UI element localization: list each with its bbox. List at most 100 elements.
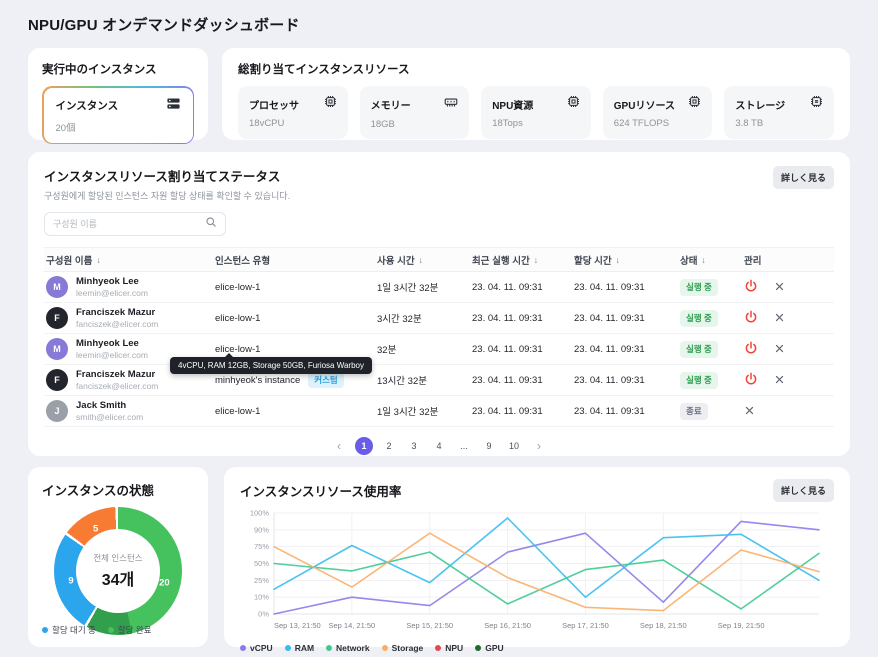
instance-type: elice-low-1 bbox=[215, 406, 260, 417]
storage-chip-icon bbox=[810, 95, 823, 113]
dashboard-page: NPU/GPU オンデマンドダッシュボード 実行中のインスタンス インスタンス … bbox=[0, 0, 878, 657]
instance-status-title: インスタンスの状態 bbox=[42, 480, 194, 499]
sort-arrow-icon[interactable]: ↓ bbox=[616, 255, 620, 265]
instance-type: minhyeok's instance bbox=[215, 375, 300, 386]
delete-button[interactable] bbox=[774, 280, 785, 295]
resource-label: GPUリソース bbox=[614, 97, 675, 112]
delete-button[interactable] bbox=[744, 404, 755, 419]
svg-text:Sep 18, 21:50: Sep 18, 21:50 bbox=[640, 621, 687, 630]
chart-legend-item-ram[interactable]: RAM bbox=[285, 643, 314, 653]
ram-icon bbox=[444, 95, 458, 114]
instance-box-label: インスタンス bbox=[56, 98, 119, 113]
column-header-4[interactable]: 할당 시간↓ bbox=[572, 253, 678, 267]
delete-button[interactable] bbox=[774, 311, 785, 326]
sort-arrow-icon[interactable]: ↓ bbox=[534, 255, 538, 265]
sort-arrow-icon[interactable]: ↓ bbox=[96, 255, 100, 265]
allocation-table-title: インスタンスリソース割り当てステータス bbox=[44, 166, 290, 185]
chart-legend: vCPU RAM Network Storage NPU GPU bbox=[240, 643, 834, 653]
resource-usage-title: インスタンスリソース使用率 bbox=[240, 481, 401, 500]
avatar: M bbox=[46, 276, 68, 298]
status-badge: 실행 중 bbox=[680, 310, 718, 327]
chart-legend-item-storage[interactable]: Storage bbox=[382, 643, 424, 653]
status-badge: 실행 중 bbox=[680, 279, 718, 296]
legend-dot-icon bbox=[108, 627, 114, 633]
pagination-page-9[interactable]: 9 bbox=[480, 437, 498, 455]
delete-button[interactable] bbox=[774, 373, 785, 388]
avatar: M bbox=[46, 338, 68, 360]
column-header-0[interactable]: 구성원 이름↓ bbox=[44, 253, 213, 267]
pagination-page-4[interactable]: 4 bbox=[430, 437, 448, 455]
allocated-time: 23. 04. 11. 09:31 bbox=[572, 406, 678, 417]
instance-count-box[interactable]: インスタンス 20個 bbox=[42, 86, 194, 144]
svg-text:25%: 25% bbox=[254, 576, 269, 585]
resource-usage-card: インスタンスリソース使用率 詳しく見る 0%10%25%50%75%90%100… bbox=[224, 467, 850, 647]
resource-items: プロセッサ18vCPUメモリー18GBNPU資源18TopsGPUリソース624… bbox=[238, 86, 834, 139]
instance-type: elice-low-1 bbox=[215, 344, 260, 355]
chart-legend-item-npu[interactable]: NPU bbox=[435, 643, 463, 653]
column-header-5[interactable]: 상태↓ bbox=[678, 253, 742, 267]
pagination-page-1[interactable]: 1 bbox=[355, 437, 373, 455]
member-search[interactable] bbox=[44, 212, 226, 236]
svg-text:Sep 15, 21:50: Sep 15, 21:50 bbox=[406, 621, 453, 630]
usage-time: 3시간 32분 bbox=[375, 311, 470, 325]
pagination-page-10[interactable]: 10 bbox=[505, 437, 523, 455]
allocated-time: 23. 04. 11. 09:31 bbox=[572, 313, 678, 324]
delete-button[interactable] bbox=[774, 342, 785, 357]
resource-item-cpu[interactable]: プロセッサ18vCPU bbox=[238, 86, 348, 139]
table-body: MMinhyeok Leeleemin@elicer.comelice-low-… bbox=[44, 272, 834, 427]
donut-center-value: 34개 bbox=[102, 566, 135, 590]
donut-segment-value: 20 bbox=[159, 578, 170, 589]
chart-legend-item-network[interactable]: Network bbox=[326, 643, 370, 653]
sort-arrow-icon[interactable]: ↓ bbox=[419, 255, 423, 265]
member-email: smith@elicer.com bbox=[76, 412, 143, 423]
member-email: fanciszek@elicer.com bbox=[76, 319, 158, 330]
power-icon bbox=[744, 310, 758, 327]
table-header-row: 구성원 이름↓인스턴스 유형사용 시간↓최근 실행 시간↓할당 시간↓상태↓관리 bbox=[44, 247, 834, 272]
pagination-next[interactable]: › bbox=[530, 437, 548, 455]
member-email: fanciszek@elicer.com bbox=[76, 381, 158, 392]
allocated-time: 23. 04. 11. 09:31 bbox=[572, 344, 678, 355]
resource-usage-chart[interactable]: 0%10%25%50%75%90%100%Sep 13, 21:50Sep 14… bbox=[240, 506, 834, 641]
close-icon bbox=[744, 404, 755, 419]
power-icon bbox=[744, 372, 758, 389]
line-chart-svg: 0%10%25%50%75%90%100%Sep 13, 21:50Sep 14… bbox=[240, 506, 828, 636]
donut-legend-item[interactable]: 할당 완료 bbox=[108, 624, 152, 636]
resource-value: 18Tops bbox=[492, 118, 580, 129]
power-off-button[interactable] bbox=[744, 372, 758, 389]
donut-legend-item[interactable]: 할당 대기 중 bbox=[42, 624, 96, 636]
table-row: JJack Smithsmith@elicer.comelice-low-11일… bbox=[44, 396, 834, 427]
donut-center-label: 전체 인스턴스 bbox=[93, 552, 142, 564]
svg-text:0%: 0% bbox=[258, 610, 269, 619]
pagination-prev[interactable]: ‹ bbox=[330, 437, 348, 455]
power-off-button[interactable] bbox=[744, 310, 758, 327]
chart-legend-item-gpu[interactable]: GPU bbox=[475, 643, 503, 653]
svg-text:10%: 10% bbox=[254, 593, 269, 602]
instance-spec-tooltip: 4vCPU, RAM 12GB, Storage 50GB, Furiosa W… bbox=[170, 357, 372, 374]
column-header-3[interactable]: 최근 실행 시간↓ bbox=[470, 253, 572, 267]
table-row: F Franciszek Mazurfanciszek@elicer.com min… bbox=[44, 365, 834, 396]
power-off-button[interactable] bbox=[744, 279, 758, 296]
pagination-page-3[interactable]: 3 bbox=[405, 437, 423, 455]
resource-item-gpu-chip[interactable]: GPUリソース624 TFLOPS bbox=[603, 86, 713, 139]
member-name: Franciszek Mazur bbox=[76, 369, 158, 381]
resource-item-npu-chip[interactable]: NPU資源18Tops bbox=[481, 86, 591, 139]
donut-segment-value: 9 bbox=[68, 575, 73, 586]
search-icon bbox=[205, 215, 217, 233]
allocated-time: 23. 04. 11. 09:31 bbox=[572, 375, 678, 386]
instance-type: elice-low-1 bbox=[215, 282, 260, 293]
svg-text:50%: 50% bbox=[254, 559, 269, 568]
close-icon bbox=[774, 311, 785, 326]
chart-legend-item-vcpu[interactable]: vCPU bbox=[240, 643, 273, 653]
donut-legend: 할당 대기 중 할당 완료 bbox=[42, 624, 151, 636]
table-details-button[interactable]: 詳しく見る bbox=[773, 166, 834, 189]
sort-arrow-icon[interactable]: ↓ bbox=[701, 255, 705, 265]
resource-item-storage-chip[interactable]: ストレージ3.8 TB bbox=[724, 86, 834, 139]
power-off-button[interactable] bbox=[744, 341, 758, 358]
chart-details-button[interactable]: 詳しく見る bbox=[773, 479, 834, 502]
instance-status-card: インスタンスの状態 2095 전체 인스턴스 34개 할당 대기 중할당 완료 bbox=[28, 467, 208, 647]
member-search-input[interactable] bbox=[53, 219, 205, 229]
pagination-page-2[interactable]: 2 bbox=[380, 437, 398, 455]
avatar: F bbox=[46, 369, 68, 391]
resource-item-ram[interactable]: メモリー18GB bbox=[360, 86, 470, 139]
column-header-2[interactable]: 사용 시간↓ bbox=[375, 253, 470, 267]
